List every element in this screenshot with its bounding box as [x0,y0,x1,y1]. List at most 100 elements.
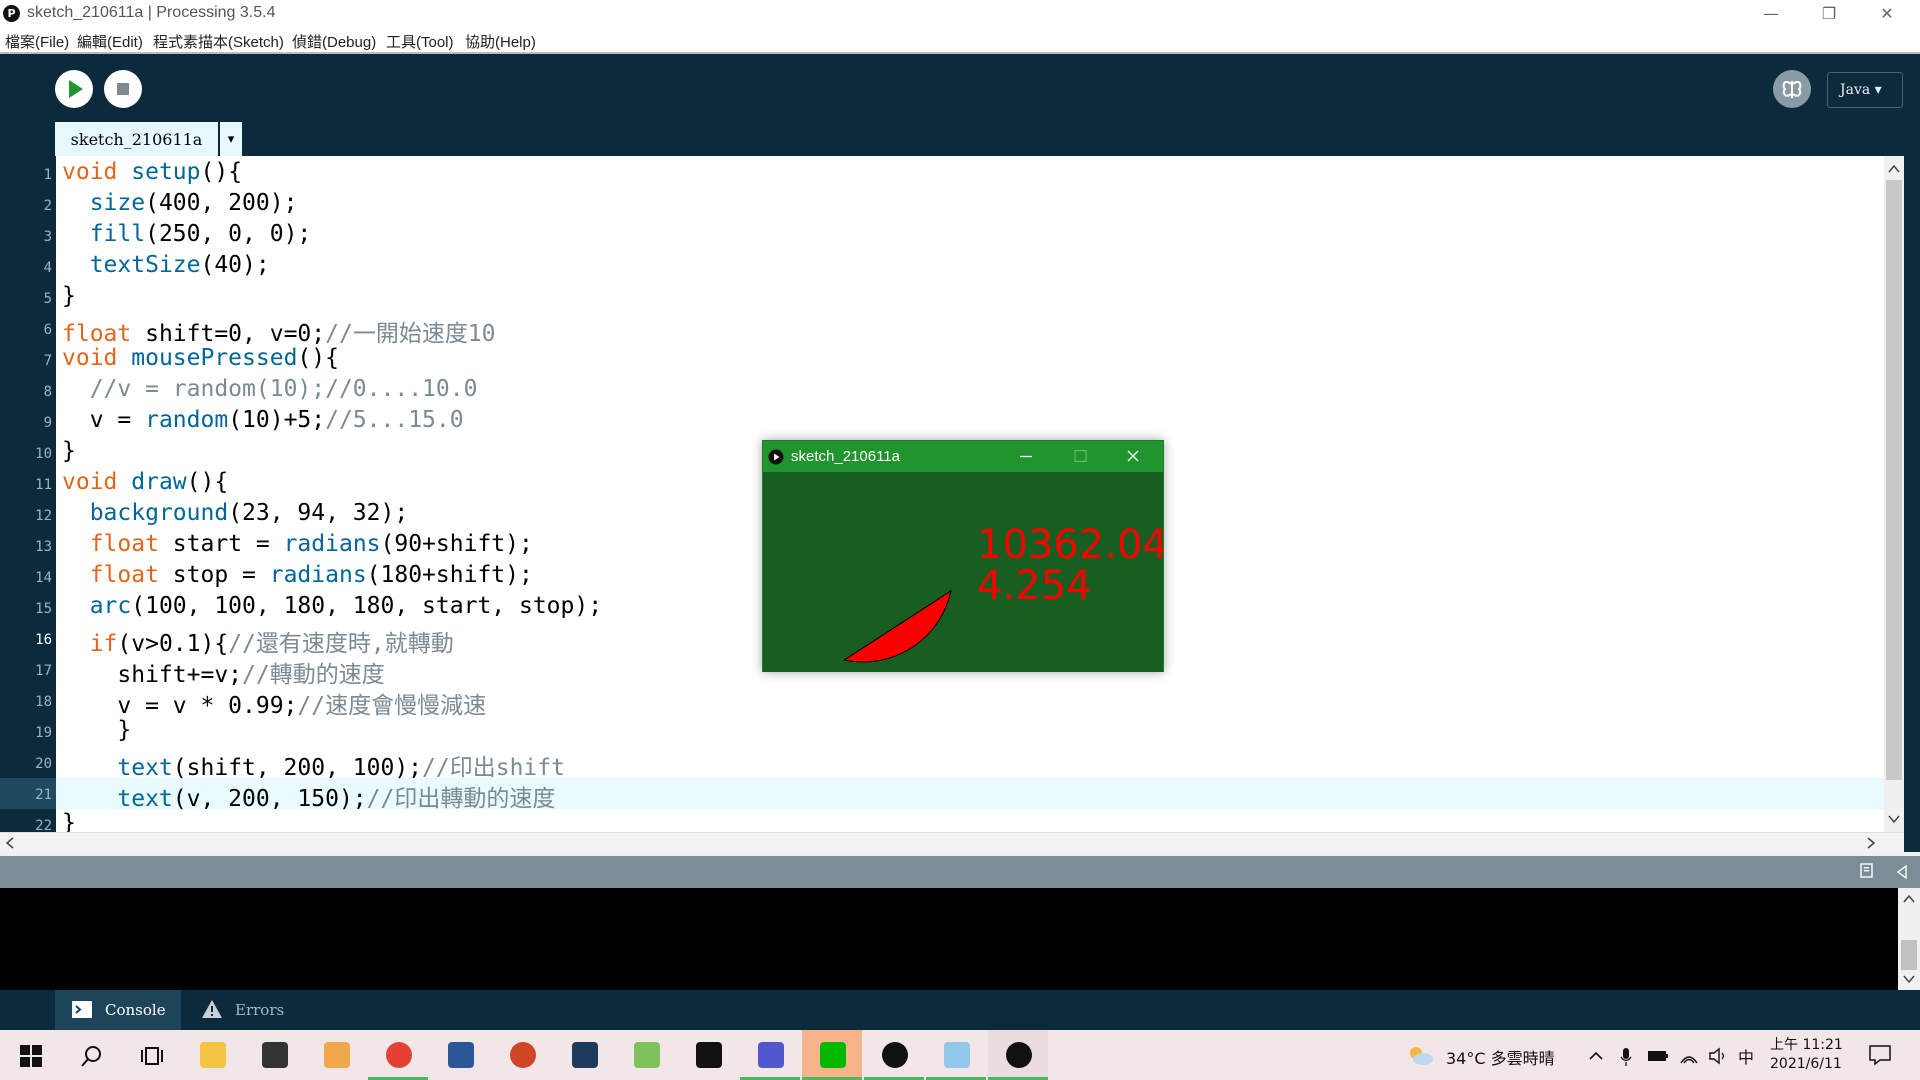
copy-icon[interactable] [1857,862,1877,882]
code-line[interactable]: } [62,717,131,743]
line-number: 7 [43,353,52,369]
code-line[interactable]: arc(100, 100, 180, 180, start, stop); [62,593,602,619]
code-line[interactable]: float shift=0, v=0;//一開始速度10 [62,314,496,348]
toolbar: Java ▾ [0,54,1920,122]
search-button[interactable] [60,1030,120,1080]
menu-help[interactable]: 協助(Help) [465,31,536,52]
sketch-run-button[interactable] [988,1030,1048,1080]
code-line[interactable]: if(v>0.1){//還有速度時,就轉動 [62,624,454,658]
console-scroll-arrows-icon [1903,894,1915,984]
sketch-window-controls-icon[interactable] [1011,441,1161,472]
paint-button[interactable] [926,1030,986,1080]
errors-tab[interactable]: Errors [185,990,295,1030]
code-line[interactable]: fill(250, 0, 0); [62,221,312,247]
menu-sketch[interactable]: 程式素描本(Sketch) [153,31,284,52]
code-line[interactable]: } [62,810,76,832]
devcode-icon [696,1042,722,1068]
line-icon [820,1042,846,1068]
code-line[interactable]: void mousePressed(){ [62,345,339,371]
qr-app-button[interactable] [554,1030,614,1080]
menu-file[interactable]: 檔案(File) [5,31,69,52]
line-number: 18 [35,694,52,710]
tab-menu-button[interactable]: ▾ [220,122,242,156]
code-line[interactable]: float stop = radians(180+shift); [62,562,533,588]
line-number: 6 [43,322,52,338]
search-icon [81,1046,101,1067]
ime-indicator[interactable]: 中 [1738,1044,1754,1068]
terminal-icon [72,1001,92,1018]
windows-logo-icon [20,1045,42,1067]
line-number: 4 [43,260,52,276]
qr-app-icon [572,1042,598,1068]
code-line[interactable]: textSize(40); [62,252,270,278]
sketch-window-title-bar: sketch_210611a [763,441,1163,472]
menu-edit[interactable]: 編輯(Edit) [77,31,143,52]
word-button[interactable] [430,1030,490,1080]
git-app-icon [634,1042,660,1068]
code-line[interactable]: size(400, 200); [62,190,298,216]
editor-scroll-thumb[interactable] [1886,180,1902,780]
system-tray-icons[interactable] [1588,1045,1748,1067]
code-line[interactable]: void draw(){ [62,469,228,495]
code-line[interactable]: float start = radians(90+shift); [62,531,533,557]
run-button[interactable] [55,70,93,108]
debugger-button[interactable] [1773,70,1811,108]
start-button[interactable] [0,1030,60,1080]
line-number: 2 [43,198,52,214]
git-app-button[interactable] [616,1030,676,1080]
clock-time[interactable]: 上午 11:21 [1770,1034,1843,1054]
line-number: 16 [35,632,52,648]
console-tab[interactable]: Console [55,990,181,1030]
code-line[interactable]: v = random(10)+5;//5...15.0 [62,407,464,433]
chrome-icon [386,1042,412,1068]
file-explorer-icon [200,1042,226,1068]
code-line[interactable]: } [62,283,76,309]
powerpoint-button[interactable] [492,1030,552,1080]
weather-text[interactable]: 34°C 多雲時晴 [1446,1045,1555,1069]
code-line[interactable]: //v = random(10);//0....10.0 [62,376,478,402]
butterfly-icon [1782,80,1802,98]
clock-date[interactable]: 2021/6/11 [1770,1056,1842,1072]
mode-selector[interactable]: Java ▾ [1827,72,1903,108]
code-line[interactable]: background(23, 94, 32); [62,500,409,526]
stop-button[interactable] [104,70,142,108]
media-player-button[interactable] [306,1030,366,1080]
chrome-button[interactable] [368,1030,428,1080]
sketch-canvas[interactable]: 10362.04 4.254 [763,472,1163,672]
sketch-run-icon [1006,1042,1032,1068]
code-line[interactable]: text(v, 200, 150);//印出轉動的速度 [62,779,555,813]
code-line[interactable]: shift+=v;//轉動的速度 [62,655,384,689]
code-line[interactable]: v = v * 0.99;//速度會慢慢減速 [62,686,486,720]
line-number: 21 [35,787,52,803]
file-explorer-button[interactable] [182,1030,242,1080]
speed-value-text: 4.254 [977,563,1092,609]
devcode-button[interactable] [678,1030,738,1080]
code-line[interactable]: void setup(){ [62,159,242,185]
sketch-output-window[interactable]: sketch_210611a 10362.04 4.254 [762,440,1164,672]
collapse-console-icon[interactable] [1892,862,1912,882]
line-number: 14 [35,570,52,586]
minimize-button[interactable]: — [1742,0,1800,28]
menu-tool[interactable]: 工具(Tool) [386,31,454,52]
menu-debug[interactable]: 偵錯(Debug) [292,31,376,52]
store-button[interactable] [244,1030,304,1080]
code-line[interactable]: } [62,438,76,464]
notification-icon[interactable] [1868,1044,1892,1066]
close-button[interactable]: ✕ [1858,0,1916,28]
line-number-gutter: 1 2 3 4 5 6 7 8 9 10 11 12 13 14 15 16 17 18 19 20 21 22 [0,156,56,834]
tab-sketch[interactable]: sketch_210611a [55,122,218,156]
task-view-button[interactable] [120,1030,180,1080]
line-number: 15 [35,601,52,617]
processing-button[interactable] [864,1030,924,1080]
restore-button[interactable]: ❐ [1800,0,1858,28]
console-tab-label: Console [105,1001,166,1019]
task-view-icon [141,1047,163,1065]
teams-button[interactable] [740,1030,800,1080]
editor-horizontal-scrollbar[interactable] [0,832,1904,852]
code-line[interactable]: text(shift, 200, 100);//印出shift [62,748,565,782]
console-scrollbar[interactable] [1898,888,1920,990]
line-button[interactable] [802,1030,862,1080]
powerpoint-icon [510,1042,536,1068]
rotating-arc [842,589,952,663]
console-scroll-thumb[interactable] [1901,940,1917,970]
